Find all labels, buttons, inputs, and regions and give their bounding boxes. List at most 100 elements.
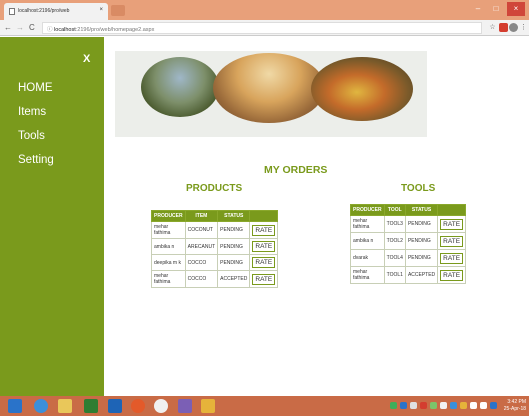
producer-cell: mehar fathima xyxy=(350,215,385,233)
column-header: TOOL xyxy=(383,204,406,216)
tray-app-icon[interactable] xyxy=(420,402,427,409)
tray-app-icon[interactable] xyxy=(460,402,467,409)
clock-date: 25-Apr-18 xyxy=(503,406,526,412)
start-windows-icon[interactable] xyxy=(8,399,22,413)
tray-app-icon[interactable] xyxy=(430,402,437,409)
status-cell: ACCEPTED xyxy=(217,270,251,288)
producer-cell: mehar fathima xyxy=(151,221,186,239)
rate-button[interactable]: RATE xyxy=(252,273,276,285)
banner-farm-image xyxy=(141,57,219,117)
ie-browser-icon[interactable] xyxy=(34,399,48,413)
visual-studio-icon[interactable] xyxy=(178,399,192,413)
producer-cell: deepika m k xyxy=(151,254,186,271)
status-cell: PENDING xyxy=(404,249,439,267)
taskbar-clock[interactable]: 3:42 PM 25-Apr-18 xyxy=(504,399,526,413)
paint-app-icon[interactable] xyxy=(201,399,215,413)
rate-button[interactable]: RATE xyxy=(252,257,276,268)
table-row: deepika m k COCCO PENDING RATE xyxy=(151,254,279,271)
column-header xyxy=(437,204,467,216)
minimize-button[interactable]: – xyxy=(471,2,485,16)
close-window-button[interactable]: × xyxy=(507,2,525,16)
rate-button[interactable]: RATE xyxy=(440,235,464,247)
column-header: ITEM xyxy=(184,210,219,222)
tray-app-icon[interactable] xyxy=(410,402,417,409)
table-row: ambika n ARECANUT PENDING RATE xyxy=(151,238,279,255)
rate-button[interactable]: RATE xyxy=(252,224,276,236)
reload-button[interactable]: C xyxy=(29,23,35,32)
site-info-icon[interactable]: ⓘ xyxy=(47,27,53,33)
column-header xyxy=(249,210,279,222)
status-cell: PENDING xyxy=(217,221,251,239)
browser-menu-icon[interactable]: ⋮ xyxy=(519,23,528,32)
tool-cell: TOOL3 xyxy=(383,215,406,233)
status-cell: PENDING xyxy=(217,254,251,271)
action-cell: RATE xyxy=(437,232,467,250)
profile-icon[interactable] xyxy=(509,23,518,32)
maximize-button[interactable]: □ xyxy=(489,2,503,16)
action-cell: RATE xyxy=(437,266,467,284)
address-bar[interactable]: ⓘ localhost:2196/pro/web/homepage2.aspx xyxy=(42,22,482,34)
bookmark-star-icon[interactable]: ☆ xyxy=(488,23,497,32)
producer-cell: ambika n xyxy=(151,238,186,255)
rate-button[interactable]: RATE xyxy=(252,241,276,252)
rate-button[interactable]: RATE xyxy=(440,252,464,264)
sidebar: X HOME Items Tools Setting xyxy=(0,37,104,396)
table-row: mehar fathima TOOL1 ACCEPTED RATE xyxy=(350,266,467,284)
sidebar-item-setting[interactable]: Setting xyxy=(18,154,54,166)
table-header-row: PRODUCER ITEM STATUS xyxy=(151,210,279,222)
sidebar-item-tools[interactable]: Tools xyxy=(18,130,45,142)
table-row: mehar fathima COCONUT PENDING RATE xyxy=(151,221,279,239)
tool-cell: TOOL1 xyxy=(383,266,406,284)
tool-cell: TOOL4 xyxy=(383,249,406,267)
producer-cell: ambika n xyxy=(350,232,385,250)
system-tray xyxy=(390,402,497,409)
rate-button[interactable]: RATE xyxy=(440,218,464,230)
taskbar: 3:42 PM 25-Apr-18 xyxy=(0,396,529,416)
column-header: PRODUCER xyxy=(151,210,186,222)
window-controls: – □ × xyxy=(471,2,525,16)
back-button[interactable]: ← xyxy=(4,23,12,32)
browser-tab[interactable]: localhost:2196/pro/web × xyxy=(4,3,108,20)
firefox-icon[interactable] xyxy=(131,399,145,413)
word-app-icon[interactable] xyxy=(108,399,122,413)
extension-icon[interactable] xyxy=(499,23,508,32)
sidebar-close-button[interactable]: X xyxy=(83,53,90,65)
browser-toolbar: ← → C ⓘ localhost:2196/pro/web/homepage2… xyxy=(0,20,529,36)
excel-app-icon[interactable] xyxy=(84,399,98,413)
chrome-icon[interactable] xyxy=(154,399,168,413)
tray-app-icon[interactable] xyxy=(390,402,397,409)
wifi-icon[interactable] xyxy=(470,402,477,409)
tab-close-icon[interactable]: × xyxy=(99,7,103,13)
forward-button[interactable]: → xyxy=(16,23,24,32)
column-header: STATUS xyxy=(217,210,251,222)
browser-tab-bar: localhost:2196/pro/web × – □ × xyxy=(0,0,529,20)
producer-cell: mehar fathima xyxy=(350,266,385,284)
status-cell: PENDING xyxy=(404,215,439,233)
sidebar-item-items[interactable]: Items xyxy=(18,106,46,118)
url-path: :2196/pro/web/homepage2.aspx xyxy=(75,27,155,33)
tray-app-icon[interactable] xyxy=(440,402,447,409)
clock-time: 3:42 PM xyxy=(507,399,526,405)
action-cell: RATE xyxy=(249,270,279,288)
producer-cell: dvarak xyxy=(350,249,385,267)
table-row: mehar fathima COCCO ACCEPTED RATE xyxy=(151,270,279,288)
producer-cell: mehar fathima xyxy=(151,270,186,288)
language-icon[interactable] xyxy=(490,402,497,409)
sidebar-item-home[interactable]: HOME xyxy=(18,82,53,94)
tools-table: PRODUCER TOOL STATUS mehar fathima TOOL3… xyxy=(350,204,467,284)
new-tab-button[interactable] xyxy=(111,5,125,16)
rate-button[interactable]: RATE xyxy=(440,269,464,281)
tools-title: TOOLS xyxy=(401,183,436,194)
products-title: PRODUCTS xyxy=(186,183,243,194)
volume-icon[interactable] xyxy=(480,402,487,409)
file-explorer-icon[interactable] xyxy=(58,399,72,413)
table-row: dvarak TOOL4 PENDING RATE xyxy=(350,249,467,267)
tray-app-icon[interactable] xyxy=(400,402,407,409)
page-favicon-icon xyxy=(9,8,15,15)
status-cell: PENDING xyxy=(404,232,439,250)
action-cell: RATE xyxy=(249,254,279,271)
table-header-row: PRODUCER TOOL STATUS xyxy=(350,204,467,216)
url-host: localhost xyxy=(54,27,76,33)
action-cell: RATE xyxy=(249,238,279,255)
tray-app-icon[interactable] xyxy=(450,402,457,409)
